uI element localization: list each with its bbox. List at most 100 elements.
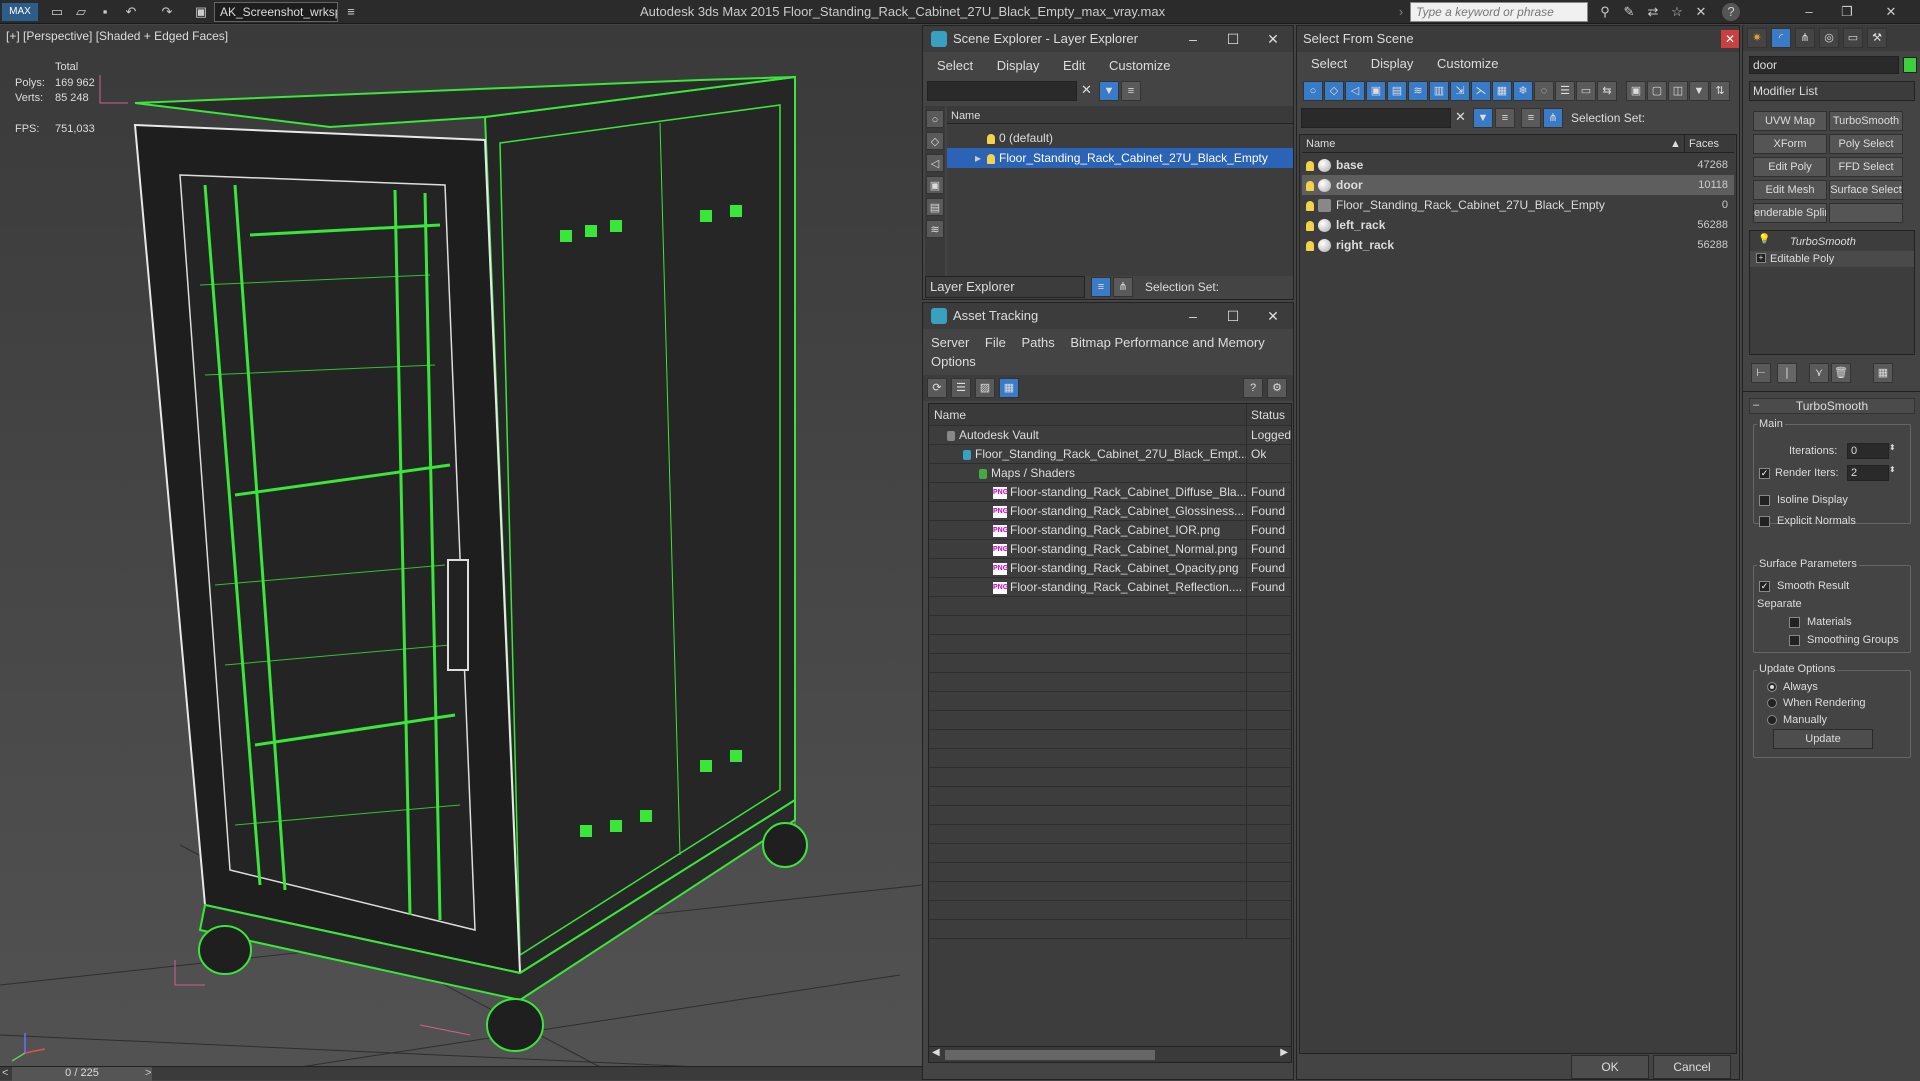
light-bulb-icon[interactable] (987, 133, 995, 144)
hierarchy-view-icon[interactable]: ⋔ (1543, 108, 1563, 128)
workspace-dropdown[interactable]: AK_Screenshot_wrksp (214, 2, 338, 22)
select-none-filter-icon[interactable]: ▢ (1647, 81, 1667, 101)
refresh-icon[interactable]: ⟳ (927, 378, 947, 398)
renderable-spline-button[interactable]: enderable Splir (1753, 203, 1827, 223)
undo-icon[interactable]: ↶ (122, 3, 140, 21)
menu-select[interactable]: Select (937, 58, 973, 73)
menu-customize[interactable]: Customize (1109, 58, 1170, 73)
explorer-type-dropdown[interactable]: Layer Explorer (925, 276, 1085, 298)
bones-filter-icon[interactable]: ⋋ (1471, 81, 1491, 101)
search-input[interactable]: Type a keyword or phrase (1410, 2, 1588, 22)
name-column-header[interactable]: Name (929, 404, 1247, 426)
settings-icon[interactable]: ⚙ (1267, 378, 1287, 398)
layer-row-rack[interactable]: ▸ Floor_Standing_Rack_Cabinet_27U_Black_… (947, 148, 1293, 168)
uvw-map-button[interactable]: UVW Map (1753, 111, 1827, 131)
asset-row[interactable]: PNG Floor-standing_Rack_Cabinet_Diffuse_B… (929, 483, 1291, 502)
display-all-filter-icon[interactable]: ☰ (1555, 81, 1575, 101)
exchange-icon[interactable]: ⇄ (1644, 3, 1662, 21)
motion-tab-icon[interactable]: ◎ (1819, 28, 1839, 48)
horizontal-scrollbar[interactable]: ◀ ▶ (929, 1046, 1291, 1062)
faces-column-header[interactable]: Faces (1684, 135, 1719, 153)
object-color-swatch[interactable] (1903, 57, 1917, 73)
display-spacewarps-icon[interactable]: ≋ (926, 220, 944, 238)
materials-checkbox[interactable] (1789, 617, 1800, 628)
containers-filter-icon[interactable]: ▦ (1492, 81, 1512, 101)
stack-item-editable-poly[interactable]: Editable Poly (1750, 251, 1914, 267)
close-icon[interactable]: ✕ (1253, 26, 1293, 52)
light-bulb-icon[interactable]: 💡 (1758, 234, 1770, 245)
sort-arrow-icon[interactable]: ▲ (1670, 135, 1681, 153)
workspace-menu-icon[interactable]: ≡ (342, 3, 360, 21)
scrollbar-thumb[interactable] (945, 1050, 1155, 1060)
menu-file[interactable]: File (985, 335, 1006, 350)
manually-radio[interactable] (1767, 715, 1777, 725)
select-from-scene-title[interactable]: Select From Scene (1297, 26, 1739, 52)
spinner-arrows-icon[interactable]: ⬍ (1889, 443, 1896, 452)
surface-select-button[interactable]: Surface Select (1829, 180, 1903, 200)
make-unique-icon[interactable]: ⋎ (1809, 363, 1829, 383)
invert-selection-filter-icon[interactable]: ◫ (1668, 81, 1688, 101)
select-all-filter-icon[interactable]: ▣ (1626, 81, 1646, 101)
helpers-filter-icon[interactable]: ▤ (1387, 81, 1407, 101)
display-cameras-icon[interactable]: ▣ (926, 176, 944, 194)
object-row[interactable]: left_rack 56288 (1302, 215, 1734, 235)
stack-item-turbosmooth[interactable]: TurboSmooth (1750, 234, 1914, 250)
object-row[interactable]: Floor_Standing_Rack_Cabinet_27U_Black_Em… (1302, 195, 1734, 215)
close-x-tool-icon[interactable]: ✕ (1692, 3, 1710, 21)
object-row[interactable]: right_rack 56288 (1302, 235, 1734, 255)
binoculars-icon[interactable]: ⚲ (1596, 3, 1614, 21)
remove-modifier-icon[interactable]: 🗑 (1831, 363, 1851, 383)
star-icon[interactable]: ☆ (1668, 3, 1686, 21)
maximize-icon[interactable]: ☐ (1213, 303, 1253, 329)
explicit-normals-checkbox[interactable] (1759, 516, 1770, 527)
modifier-list-dropdown[interactable]: Modifier List (1749, 81, 1915, 101)
light-bulb-icon[interactable] (1306, 200, 1314, 211)
search-arrow-icon[interactable]: › (1392, 3, 1410, 21)
edit-mesh-button[interactable]: Edit Mesh (1753, 180, 1827, 200)
layer-tools-icon[interactable]: ≡ (1121, 81, 1141, 101)
next-frame-icon[interactable]: > (145, 1067, 151, 1079)
name-column-header[interactable]: Name (947, 106, 1293, 124)
asset-row[interactable]: PNG Floor-standing_Rack_Cabinet_Reflectio… (929, 578, 1291, 597)
empty-modifier-button[interactable] (1829, 203, 1903, 223)
collapse-icon[interactable]: – (1753, 399, 1759, 411)
light-bulb-icon[interactable] (1306, 240, 1314, 251)
scroll-left-icon[interactable]: ◀ (932, 1047, 940, 1058)
list-view-icon[interactable]: ☰ (951, 378, 971, 398)
find-input[interactable] (1301, 108, 1451, 128)
groups-filter-icon[interactable]: ▥ (1429, 81, 1449, 101)
turbosmooth-button[interactable]: TurboSmooth (1829, 111, 1903, 131)
minimize-icon[interactable]: – (1173, 26, 1213, 52)
hidden-filter-icon[interactable]: ◌ (1534, 81, 1554, 101)
prev-frame-icon[interactable]: < (2, 1067, 8, 1079)
maximize-icon[interactable]: ☐ (1213, 26, 1253, 52)
new-file-icon[interactable]: ▭ (48, 3, 66, 21)
spacewarps-filter-icon[interactable]: ≋ (1408, 81, 1428, 101)
clear-search-icon[interactable]: ✕ (1081, 82, 1092, 98)
smooth-result-checkbox[interactable]: ✓ (1759, 581, 1770, 592)
configure-sets-icon[interactable]: ▦ (1873, 363, 1893, 383)
close-icon[interactable]: ✕ (1882, 3, 1900, 21)
object-row[interactable]: base 47268 (1302, 155, 1734, 175)
display-shapes-icon[interactable]: ◇ (926, 132, 944, 150)
layer-row-default[interactable]: 0 (default) (947, 128, 1293, 148)
filter-icon[interactable]: ▼ (1473, 108, 1493, 128)
filter-filter-icon[interactable]: ▼ (1689, 81, 1709, 101)
light-bulb-icon[interactable] (1306, 220, 1314, 231)
tools-icon[interactable]: ✎ (1620, 3, 1638, 21)
close-icon[interactable]: ✕ (1721, 30, 1739, 48)
menu-bitmap-performance[interactable]: Bitmap Performance and Memory (1070, 335, 1264, 350)
sort-icon[interactable]: ≡ (1495, 108, 1515, 128)
menu-paths[interactable]: Paths (1022, 335, 1055, 350)
geometry-filter-icon[interactable]: ○ (1303, 81, 1323, 101)
asset-row[interactable]: PNG Floor-standing_Rack_Cabinet_Glossines… (929, 502, 1291, 521)
rollout-header-turbosmooth[interactable]: TurboSmooth (1749, 398, 1915, 414)
cameras-filter-icon[interactable]: ▣ (1366, 81, 1386, 101)
clear-search-icon[interactable]: ✕ (1455, 109, 1466, 125)
menu-display[interactable]: Display (1371, 56, 1414, 71)
utilities-tab-icon[interactable]: ⚒ (1867, 28, 1887, 48)
shapes-filter-icon[interactable]: ◇ (1324, 81, 1344, 101)
hierarchy-tab-icon[interactable]: ⋔ (1795, 28, 1815, 48)
pin-stack-icon[interactable]: ⊢ (1751, 363, 1771, 383)
iterations-spinner[interactable]: 0 (1847, 443, 1889, 459)
